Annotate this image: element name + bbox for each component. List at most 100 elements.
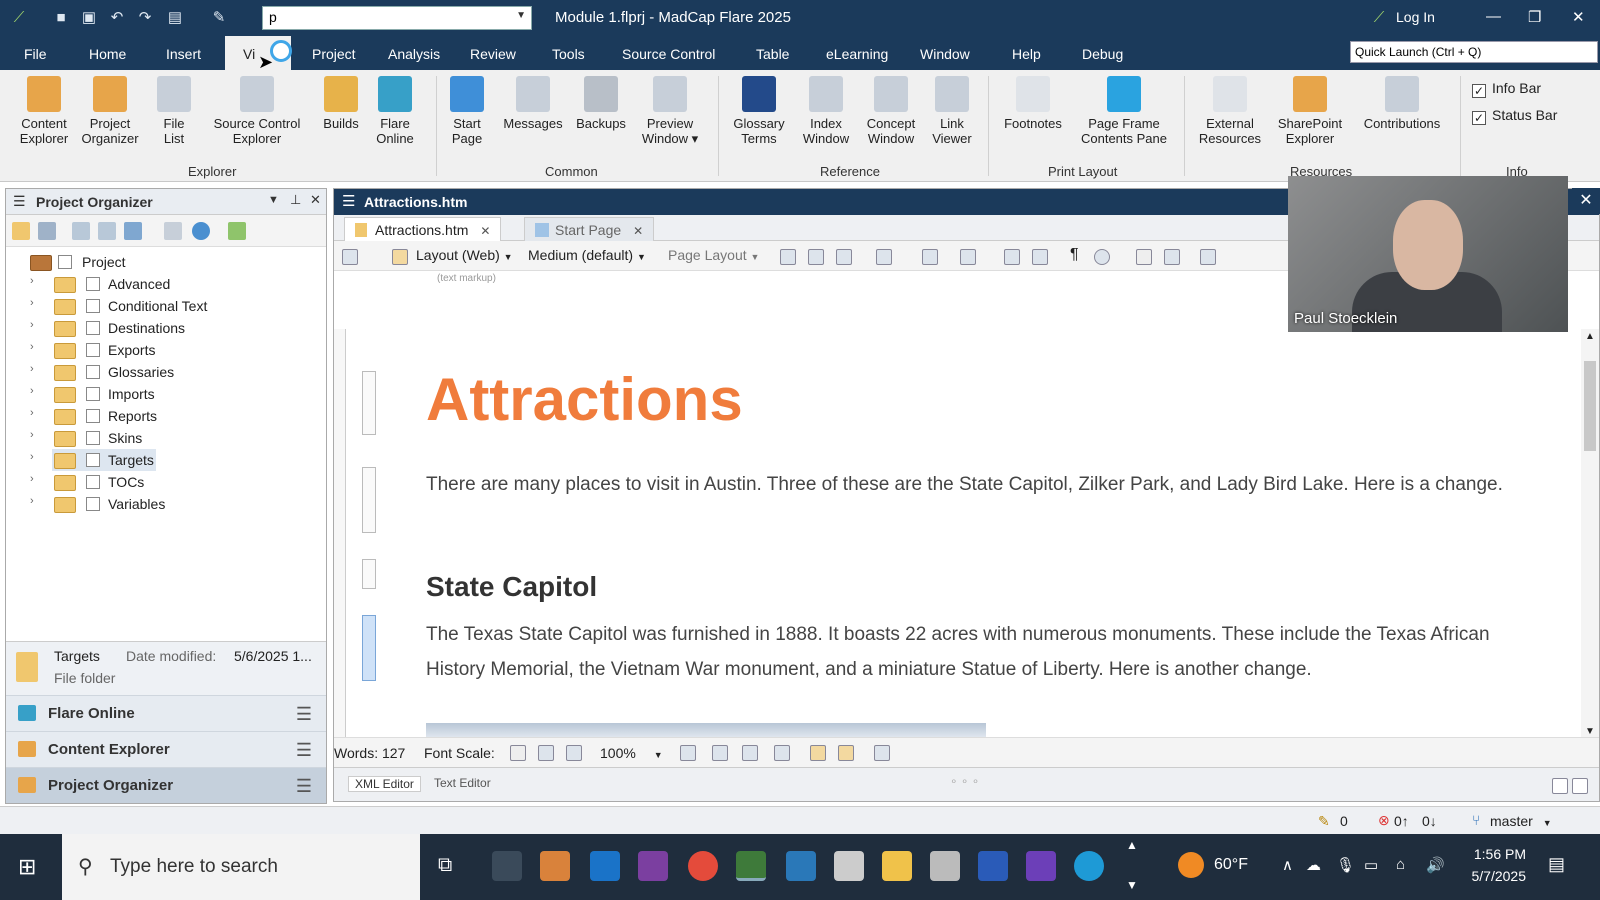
page-view-icon[interactable]	[712, 745, 728, 761]
close-window-icon[interactable]: ✕	[1572, 8, 1585, 26]
source-control-explorer-button[interactable]: Source Control Explorer	[204, 76, 310, 146]
h1-tag-marker[interactable]	[362, 371, 376, 435]
insert-image-icon[interactable]	[836, 249, 852, 265]
taskbar-search-input[interactable]: ⚲ Type here to search	[62, 834, 420, 900]
editor-menu-icon[interactable]: ☰	[342, 192, 355, 210]
pilcrow-icon[interactable]: ¶	[1070, 246, 1079, 264]
notifications-icon[interactable]: ▤	[1548, 854, 1565, 875]
tree-item-variables[interactable]: › Variables	[6, 493, 324, 515]
export-icon[interactable]	[1200, 249, 1216, 265]
close-panel-icon[interactable]: ✕	[310, 192, 321, 208]
media-app-icon[interactable]	[834, 851, 864, 881]
p-tag-marker-selected[interactable]	[362, 615, 376, 681]
minimize-icon[interactable]: —	[1486, 8, 1501, 25]
open-folder-icon[interactable]	[12, 222, 30, 240]
tree-item-destinations[interactable]: › Destinations	[6, 317, 324, 339]
builds-button[interactable]: Builds	[316, 76, 366, 131]
new-folder-icon[interactable]	[228, 222, 246, 240]
structure-bar[interactable]	[334, 329, 346, 737]
chevron-right-icon[interactable]: ›	[30, 473, 34, 485]
menu-window[interactable]: Window	[920, 46, 970, 62]
snagit-app-icon[interactable]	[540, 851, 570, 881]
vertical-scrollbar[interactable]: ▲ ▼	[1581, 329, 1599, 739]
pin-icon[interactable]: ⊥	[290, 192, 301, 208]
show-tags-icon[interactable]	[1004, 249, 1020, 265]
tree-item-glossaries[interactable]: › Glossaries	[6, 361, 324, 383]
edits-count[interactable]: 0	[1340, 813, 1348, 829]
save-all-icon[interactable]: ▣	[80, 9, 98, 27]
resize-handle[interactable]: ∘ ∘ ∘	[950, 774, 979, 788]
accordion-project-organizer[interactable]: Project Organizer ☰	[6, 767, 326, 803]
menu-debug[interactable]: Debug	[1082, 46, 1123, 62]
scroll-down-icon[interactable]: ▼	[1126, 878, 1138, 892]
file-explorer-app-icon[interactable]	[882, 851, 912, 881]
tab-start-page[interactable]: Start Page ✕	[524, 217, 655, 241]
paragraph-state-capitol[interactable]: The Texas State Capitol was furnished in…	[426, 617, 1506, 687]
clock-date[interactable]: 5/7/2025	[1466, 868, 1527, 884]
outgoing-count[interactable]: 0↑	[1394, 813, 1409, 829]
chevron-right-icon[interactable]: ›	[30, 429, 34, 441]
heading-state-capitol[interactable]: State Capitol	[426, 571, 597, 603]
menu-source-control[interactable]: Source Control	[622, 46, 715, 62]
grid-view-icon[interactable]	[124, 222, 142, 240]
grid-icon[interactable]	[680, 745, 696, 761]
flare-online-button[interactable]: Flare Online	[372, 76, 418, 146]
chevron-down-icon[interactable]: ▼	[516, 10, 526, 21]
tools-icon[interactable]: ✎	[210, 9, 228, 27]
chevron-right-icon[interactable]: ›	[30, 385, 34, 397]
add-file-icon[interactable]	[72, 222, 90, 240]
redo-icon[interactable]: ↷	[136, 9, 154, 27]
status-bar-checkbox[interactable]: ✓ Status Bar	[1472, 107, 1557, 125]
tree-checkbox[interactable]	[86, 475, 100, 489]
track-changes-icon[interactable]	[780, 249, 796, 265]
menu-insert[interactable]: Insert	[166, 46, 201, 62]
tree-checkbox[interactable]	[86, 409, 100, 423]
fit-width-icon[interactable]	[874, 745, 890, 761]
view-toggle-icon[interactable]	[342, 249, 358, 265]
outlook-app-icon[interactable]	[590, 851, 620, 881]
chevron-right-icon[interactable]: ›	[30, 297, 34, 309]
tree-item-conditional-text[interactable]: › Conditional Text	[6, 295, 324, 317]
heading-attractions[interactable]: Attractions	[426, 365, 743, 434]
undo-icon[interactable]: ↶	[108, 9, 126, 27]
show-blocks-icon[interactable]	[1032, 249, 1048, 265]
menu-home[interactable]: Home	[89, 46, 126, 62]
chevron-down-icon[interactable]: ▼	[268, 194, 279, 206]
weather-temperature[interactable]: 60°F	[1214, 856, 1248, 874]
zoom-out-icon[interactable]	[510, 745, 526, 761]
move-icon[interactable]	[164, 222, 182, 240]
menu-help[interactable]: Help	[1012, 46, 1041, 62]
index-window-button[interactable]: Index Window	[796, 76, 856, 146]
preview-mode-icon[interactable]	[774, 745, 790, 761]
settings-app-icon[interactable]	[492, 851, 522, 881]
tree-checkbox[interactable]	[86, 299, 100, 313]
chevron-right-icon[interactable]: ›	[30, 451, 34, 463]
refresh-icon[interactable]	[192, 222, 210, 240]
chevron-right-icon[interactable]: ›	[30, 407, 34, 419]
attractions-image[interactable]	[426, 723, 986, 737]
battery-icon[interactable]: ▭	[1364, 856, 1378, 874]
split-view-icon[interactable]	[1136, 249, 1152, 265]
text-format-icon[interactable]	[960, 249, 976, 265]
p-tag-marker[interactable]	[362, 467, 376, 533]
volume-icon[interactable]: 🔊	[1426, 856, 1445, 874]
tree-checkbox[interactable]	[86, 343, 100, 357]
login-button[interactable]: Log In	[1396, 9, 1435, 25]
page-frame-contents-pane-button[interactable]: Page Frame Contents Pane	[1072, 76, 1176, 146]
menu-elearning[interactable]: eLearning	[826, 46, 888, 62]
tree-checkbox[interactable]	[86, 387, 100, 401]
explorer-app-icon[interactable]	[786, 851, 816, 881]
duplicate-icon[interactable]	[1164, 249, 1180, 265]
web-view-icon[interactable]	[742, 745, 758, 761]
tree-item-advanced[interactable]: › Advanced	[6, 273, 324, 295]
footnotes-button[interactable]: Footnotes	[998, 76, 1068, 131]
windows-start-icon[interactable]: ⊞	[18, 854, 36, 880]
hamburger-icon[interactable]: ☰	[296, 704, 312, 725]
tree-item-targets[interactable]: › Targets	[6, 449, 324, 471]
messages-button[interactable]: Messages	[498, 76, 568, 131]
split-horizontal-icon[interactable]	[1552, 778, 1568, 794]
branch-dropdown[interactable]: master ▼	[1490, 813, 1552, 829]
edge-app-icon[interactable]	[1074, 851, 1104, 881]
tab-xml-editor[interactable]: XML Editor	[348, 776, 421, 792]
tree-checkbox[interactable]	[86, 497, 100, 511]
